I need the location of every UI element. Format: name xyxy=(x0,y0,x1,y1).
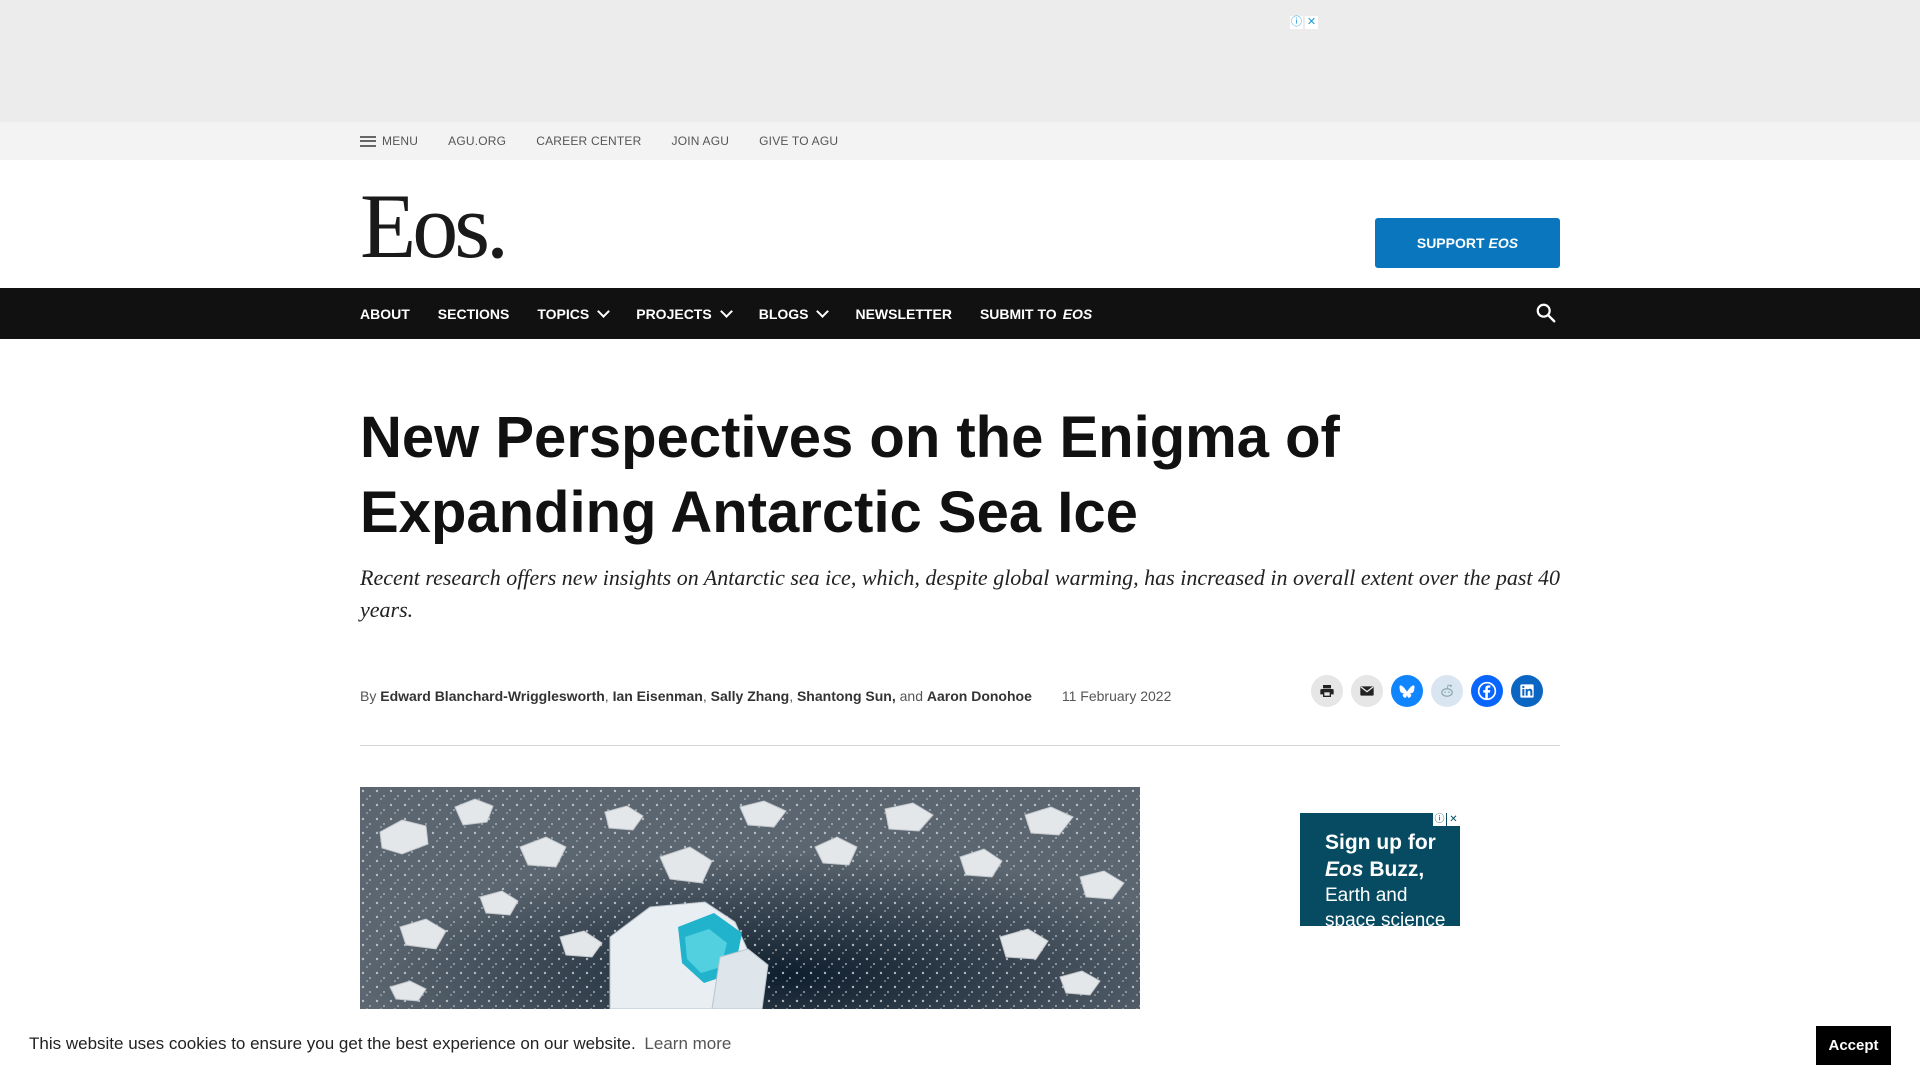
header-divider xyxy=(360,745,1560,746)
byline-by: By xyxy=(360,688,377,704)
article-title: New Perspectives on the Enigma of Expand… xyxy=(360,405,1340,545)
cookie-text: This website uses cookies to ensure you … xyxy=(29,1034,636,1053)
nav-topics-label: TOPICS xyxy=(537,305,590,322)
sea-ice-illustration xyxy=(360,787,1140,1009)
utility-link-give-to-agu[interactable]: GIVE TO AGU xyxy=(759,134,838,148)
publish-date: 11 February 2022 xyxy=(1061,688,1172,704)
nav-submit-label: SUBMIT TO xyxy=(979,305,1057,322)
search-icon[interactable] xyxy=(1535,302,1557,324)
byline-and: and xyxy=(899,688,923,704)
nav-submit[interactable]: SUBMIT TO EOS xyxy=(980,306,1092,322)
author-link[interactable]: Shantong Sun, xyxy=(797,688,896,704)
article-subtitle: Recent research offers new insights on A… xyxy=(360,565,1561,622)
print-icon[interactable] xyxy=(1311,675,1343,707)
utility-link-join-agu[interactable]: JOIN AGU xyxy=(672,134,730,148)
cookie-banner: This website uses cookies to ensure you … xyxy=(0,1009,1920,1080)
support-eos-button[interactable]: SUPPORT EOS xyxy=(1375,218,1560,268)
ad-headline: Sign up for Eos Buzz, xyxy=(1325,829,1436,883)
top-ad-banner[interactable]: ⓘ ✕ xyxy=(0,0,1920,122)
utility-link-agu-org[interactable]: AGU.ORG xyxy=(448,134,506,148)
byline-sep: , xyxy=(789,688,794,704)
ad-close-icon[interactable]: ✕ xyxy=(1447,813,1460,826)
ad-badge[interactable]: ⓘ ✕ xyxy=(1433,813,1460,826)
nav-projects[interactable]: PROJECTS xyxy=(636,305,733,322)
email-icon[interactable] xyxy=(1351,675,1383,707)
chevron-down-icon xyxy=(719,305,733,318)
ad-badge[interactable]: ⓘ ✕ xyxy=(1290,16,1318,29)
ad-line2: Buzz, xyxy=(1369,858,1425,881)
author-link[interactable]: Aaron Donohoe xyxy=(927,688,1032,704)
ad-line2-em: Eos xyxy=(1325,858,1364,881)
nav-sections[interactable]: SECTIONS xyxy=(438,306,510,322)
hero-image-sea-ice xyxy=(360,787,1140,1009)
nav-blogs[interactable]: BLOGS xyxy=(758,305,830,322)
linkedin-icon[interactable] xyxy=(1511,675,1543,707)
nav-about[interactable]: ABOUT xyxy=(360,306,410,322)
nav-topics[interactable]: TOPICS xyxy=(537,305,611,322)
support-label: SUPPORT xyxy=(1416,235,1485,251)
ad-info-icon[interactable]: ⓘ xyxy=(1290,16,1303,29)
eos-logo[interactable]: Eos. xyxy=(360,180,509,272)
reddit-icon[interactable] xyxy=(1431,675,1463,707)
chevron-down-icon xyxy=(597,305,611,318)
hamburger-icon xyxy=(360,135,376,147)
nav-newsletter[interactable]: NEWSLETTER xyxy=(855,306,951,322)
author-link[interactable]: Sally Zhang xyxy=(711,688,790,704)
support-label-em: EOS xyxy=(1488,235,1519,251)
eos-buzz-ad[interactable]: ⓘ ✕ Sign up for Eos Buzz, Earth and spac… xyxy=(1300,813,1460,926)
nav-blogs-label: BLOGS xyxy=(758,305,809,322)
nav-projects-label: PROJECTS xyxy=(636,305,712,322)
menu-label: MENU xyxy=(382,134,419,148)
ad-close-icon[interactable]: ✕ xyxy=(1305,16,1318,29)
cookie-message: This website uses cookies to ensure you … xyxy=(29,1034,731,1054)
utility-bar: MENU AGU.ORG CAREER CENTER JOIN AGU GIVE… xyxy=(0,122,1920,160)
author-link[interactable]: Ian Eisenman xyxy=(613,688,703,704)
facebook-icon[interactable] xyxy=(1471,675,1503,707)
bluesky-icon[interactable] xyxy=(1391,675,1423,707)
ad-line1: Sign up for xyxy=(1325,831,1436,854)
chevron-down-icon xyxy=(816,305,830,318)
menu-button[interactable]: MENU xyxy=(360,134,418,148)
byline-sep: , xyxy=(702,688,707,704)
utility-link-career-center[interactable]: CAREER CENTER xyxy=(536,134,641,148)
byline: By Edward Blanchard-Wrigglesworth, Ian E… xyxy=(360,688,1171,704)
ad-info-icon[interactable]: ⓘ xyxy=(1433,813,1446,826)
masthead: Eos. SUPPORT EOS xyxy=(0,160,1920,288)
learn-more-link[interactable]: Learn more xyxy=(644,1034,731,1053)
author-link[interactable]: Edward Blanchard-Wrigglesworth xyxy=(380,688,605,704)
main-nav: ABOUT SECTIONS TOPICS PROJECTS BLOGS NEW… xyxy=(0,288,1920,339)
ad-line3: Earth and space science xyxy=(1325,885,1446,926)
byline-sep: , xyxy=(604,688,609,704)
accept-cookies-button[interactable]: Accept xyxy=(1816,1026,1891,1065)
nav-submit-em: EOS xyxy=(1062,305,1093,322)
share-bar xyxy=(1311,675,1543,707)
